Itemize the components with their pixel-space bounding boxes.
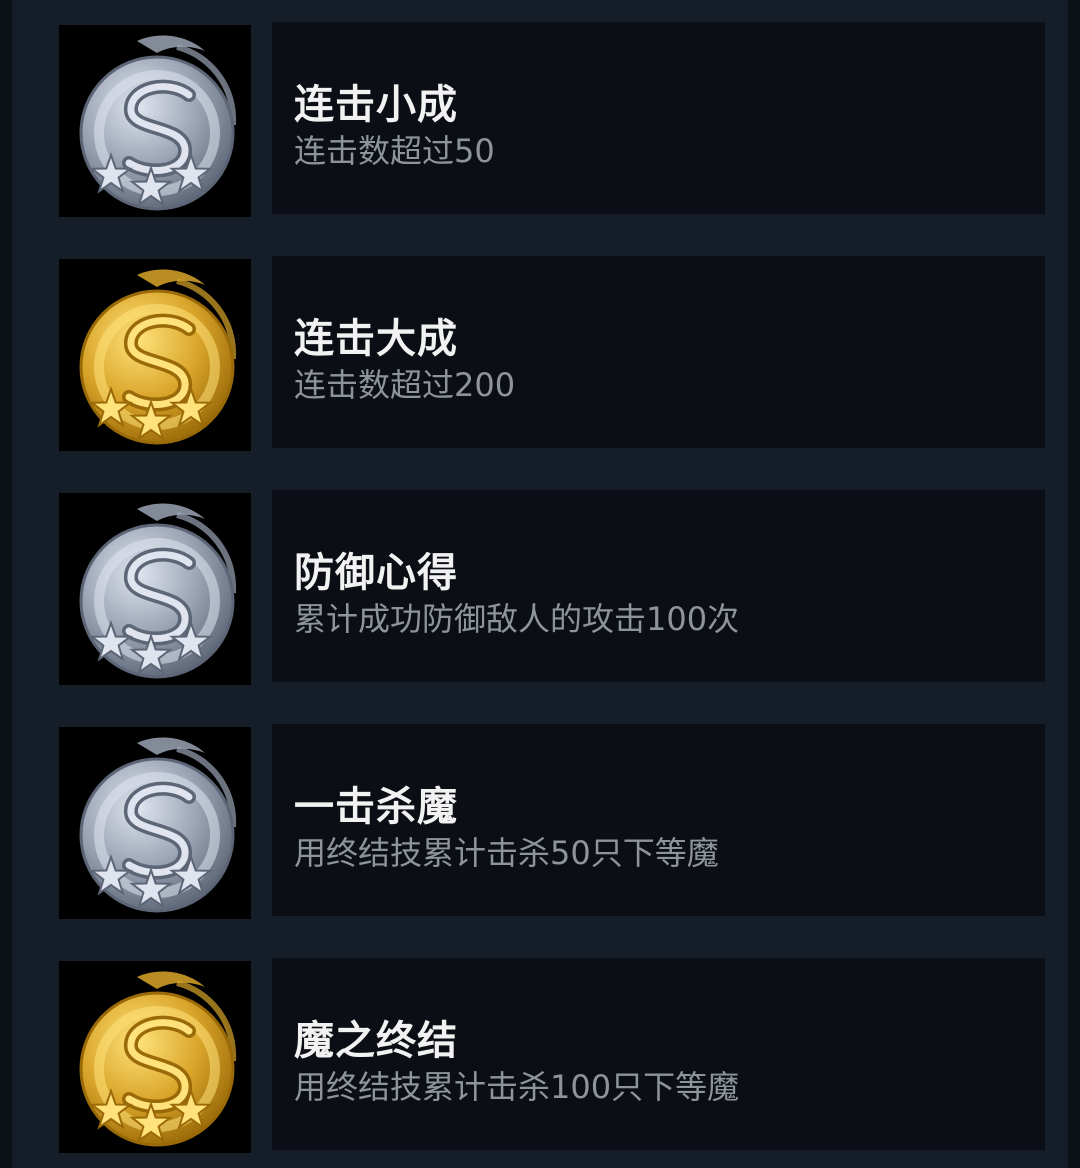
achievement-card: 一击杀魔 用终结技累计击杀50只下等魔 (272, 724, 1045, 916)
achievement-row[interactable]: 连击大成 连击数超过200 (59, 256, 1045, 451)
achievement-card: 连击大成 连击数超过200 (272, 256, 1045, 448)
achievement-panel: 连击小成 连击数超过50 连击大成 连击数超过200 防御心得 累计成功防御敌人… (12, 0, 1068, 1168)
gold-dragon-medal-icon (59, 961, 251, 1153)
achievement-card: 连击小成 连击数超过50 (272, 22, 1045, 214)
silver-dragon-medal-icon (59, 727, 251, 919)
achievement-row[interactable]: 防御心得 累计成功防御敌人的攻击100次 (59, 490, 1045, 685)
achievement-title: 一击杀魔 (294, 784, 458, 830)
achievement-description: 累计成功防御敌人的攻击100次 (294, 600, 740, 638)
achievement-description: 连击数超过200 (294, 366, 516, 404)
achievement-description: 用终结技累计击杀50只下等魔 (294, 834, 719, 872)
achievement-title: 连击大成 (294, 316, 458, 362)
achievement-row[interactable]: 连击小成 连击数超过50 (59, 22, 1045, 217)
achievement-title: 防御心得 (294, 550, 458, 596)
achievement-title: 连击小成 (294, 82, 458, 128)
achievement-card: 防御心得 累计成功防御敌人的攻击100次 (272, 490, 1045, 682)
achievement-card: 魔之终结 用终结技累计击杀100只下等魔 (272, 958, 1045, 1150)
achievement-title: 魔之终结 (294, 1018, 458, 1064)
achievement-description: 连击数超过50 (294, 132, 495, 170)
achievement-row[interactable]: 一击杀魔 用终结技累计击杀50只下等魔 (59, 724, 1045, 919)
achievement-row[interactable]: 魔之终结 用终结技累计击杀100只下等魔 (59, 958, 1045, 1153)
gold-dragon-medal-icon (59, 259, 251, 451)
silver-dragon-medal-icon (59, 493, 251, 685)
achievement-description: 用终结技累计击杀100只下等魔 (294, 1068, 740, 1106)
silver-dragon-medal-icon (59, 25, 251, 217)
